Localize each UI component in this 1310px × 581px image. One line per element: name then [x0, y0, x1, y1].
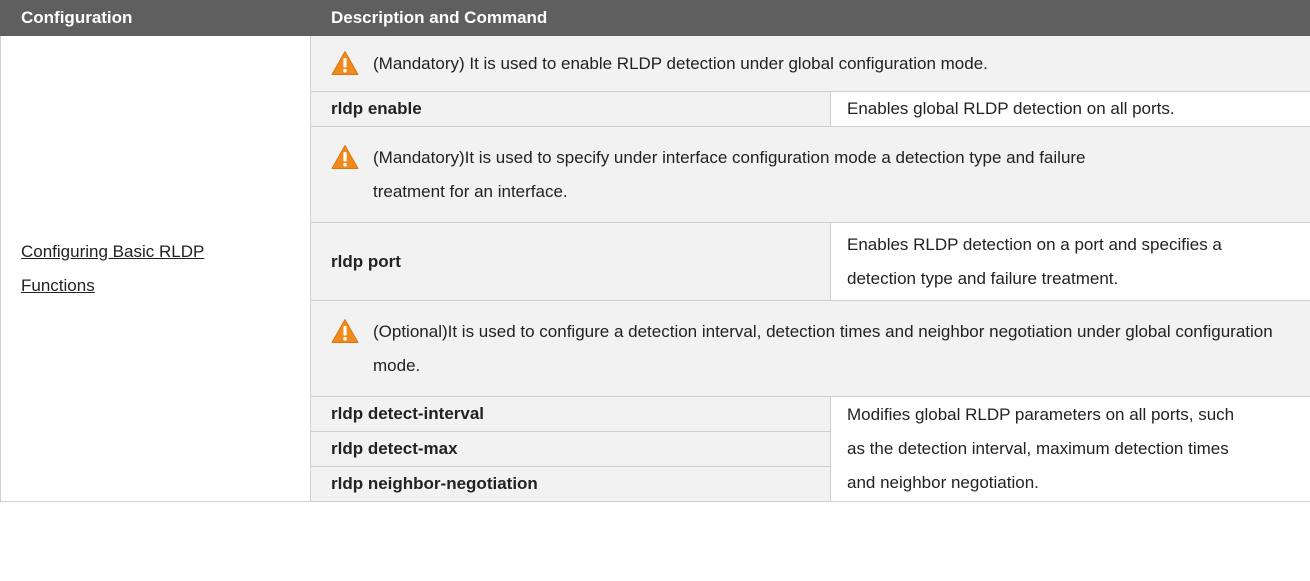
- command-rldp-detect-interval: rldp detect-interval: [310, 396, 831, 432]
- configuration-table: Configuration Description and Command Co…: [0, 0, 1310, 502]
- warning-triangle-icon: [331, 144, 359, 169]
- header-row: Configuration Description and Command: [0, 0, 1310, 36]
- configuration-cell: Configuring Basic RLDP Functions: [0, 35, 311, 502]
- note-cell-2: (Mandatory)It is used to specify under i…: [310, 126, 1310, 223]
- header-description-command: Description and Command: [310, 0, 1310, 36]
- command-rldp-enable: rldp enable: [310, 91, 831, 127]
- description-rldp-enable: Enables global RLDP detection on all por…: [830, 91, 1310, 127]
- header-configuration: Configuration: [0, 0, 311, 36]
- description-global-parameters-text: Modifies global RLDP parameters on all p…: [847, 405, 1235, 492]
- warning-triangle-icon: [331, 50, 359, 75]
- description-rldp-port-text: Enables RLDP detection on a port and spe…: [847, 234, 1222, 288]
- note-text-1: (Mandatory) It is used to enable RLDP de…: [373, 53, 988, 73]
- note-text-3: (Optional)It is used to configure a dete…: [373, 321, 1273, 375]
- configuring-basic-rldp-link[interactable]: Configuring Basic RLDP Functions: [21, 235, 221, 303]
- note-cell-3: (Optional)It is used to configure a dete…: [310, 300, 1310, 397]
- command-rldp-detect-max: rldp detect-max: [310, 431, 831, 467]
- note-cell-1: (Mandatory) It is used to enable RLDP de…: [310, 35, 1310, 92]
- note-row-1: Configuring Basic RLDP Functions (Mandat…: [0, 35, 1310, 502]
- warning-triangle-icon: [331, 318, 359, 343]
- description-global-parameters: Modifies global RLDP parameters on all p…: [830, 396, 1310, 502]
- command-rldp-neighbor-negotiation: rldp neighbor-negotiation: [310, 466, 831, 502]
- note-text-2: (Mandatory)It is used to specify under i…: [373, 147, 1086, 201]
- description-rldp-port: Enables RLDP detection on a port and spe…: [830, 222, 1310, 301]
- command-rldp-port: rldp port: [310, 222, 831, 301]
